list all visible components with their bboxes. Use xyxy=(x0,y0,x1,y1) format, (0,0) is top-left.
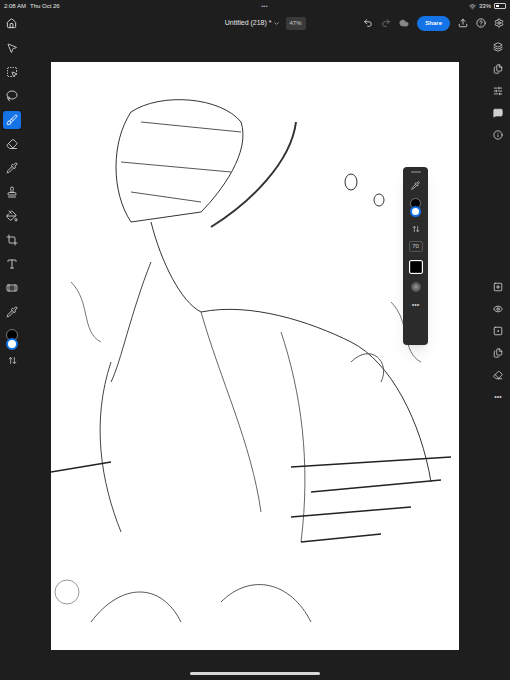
stamp-tool[interactable] xyxy=(3,183,21,201)
select-icon xyxy=(6,42,18,54)
zoom-level[interactable]: 47% xyxy=(286,17,306,30)
duplicate-layer-icon[interactable] xyxy=(493,348,503,358)
eyedropper-icon[interactable] xyxy=(411,181,420,190)
text-icon xyxy=(6,258,18,270)
sampler-tool[interactable] xyxy=(3,303,21,321)
share-button[interactable]: Share xyxy=(417,16,450,31)
wifi-icon xyxy=(469,3,476,10)
layers-icon[interactable] xyxy=(493,42,503,52)
battery-percent: 33% xyxy=(479,2,491,11)
time: 2:08 AM xyxy=(4,2,26,11)
info-icon[interactable] xyxy=(493,130,503,140)
top-bar: Untitled (218) * 47% Share xyxy=(0,12,510,34)
brush-tool[interactable] xyxy=(3,111,21,129)
undo-icon[interactable] xyxy=(363,18,373,28)
home-indicator xyxy=(190,672,320,675)
cloud-icon[interactable] xyxy=(399,18,409,28)
mask-icon[interactable] xyxy=(493,326,503,336)
photoshop-ipad: 2:08 AM Thu Oct 26 ••• 33% Untitled (218) * 4… xyxy=(0,0,510,680)
heal-icon xyxy=(6,282,18,294)
brush-size[interactable]: 70 xyxy=(409,241,423,252)
lasso-icon xyxy=(6,90,18,102)
text-tool[interactable] xyxy=(3,255,21,273)
brush-preview[interactable] xyxy=(409,260,423,274)
canvas-area xyxy=(24,34,486,680)
status-bar: 2:08 AM Thu Oct 26 ••• 33% xyxy=(0,0,510,12)
add-layer-icon[interactable] xyxy=(493,282,503,292)
visibility-icon[interactable] xyxy=(493,304,503,314)
dropper-icon xyxy=(6,162,18,174)
left-toolbar xyxy=(0,34,24,680)
crop-icon xyxy=(6,234,18,246)
comments-icon[interactable] xyxy=(493,108,503,118)
sketch-artwork xyxy=(51,62,459,650)
right-toolbar: ••• xyxy=(486,34,510,680)
brush-icon xyxy=(6,114,18,126)
home-icon[interactable] xyxy=(6,18,17,29)
more-layer-actions[interactable]: ••• xyxy=(494,392,501,403)
brush-panel-more[interactable]: ••• xyxy=(412,300,419,311)
brush-panel: 70 ••• xyxy=(403,167,428,345)
stamp-icon xyxy=(6,186,18,198)
fill-icon xyxy=(6,210,18,222)
settings-icon[interactable] xyxy=(494,18,504,28)
document-title[interactable]: Untitled (218) * xyxy=(225,18,280,29)
swap-colors-icon[interactable] xyxy=(8,356,17,365)
soft-brush-preview[interactable] xyxy=(411,282,421,292)
fill-tool[interactable] xyxy=(3,207,21,225)
workspace: ••• xyxy=(0,34,510,680)
sampler-icon xyxy=(6,306,18,318)
color-swatches[interactable] xyxy=(410,198,421,217)
crop-tool[interactable] xyxy=(3,231,21,249)
multitask-dots[interactable]: ••• xyxy=(261,2,267,11)
lasso-tool[interactable] xyxy=(3,87,21,105)
canvas[interactable] xyxy=(51,62,459,650)
chevron-down-icon xyxy=(273,20,280,27)
color-swatches[interactable] xyxy=(6,329,18,350)
layer-properties-icon[interactable] xyxy=(493,64,503,74)
date: Thu Oct 26 xyxy=(30,2,60,11)
dropper-tool[interactable] xyxy=(3,159,21,177)
background-color[interactable] xyxy=(6,338,18,350)
background-color[interactable] xyxy=(410,206,421,217)
eraser-icon xyxy=(6,138,18,150)
export-icon[interactable] xyxy=(458,18,468,28)
transform-tool[interactable] xyxy=(3,63,21,81)
swap-colors-icon[interactable] xyxy=(412,225,420,233)
select-tool[interactable] xyxy=(3,39,21,57)
transform-icon xyxy=(6,66,18,78)
heal-tool[interactable] xyxy=(3,279,21,297)
eraser-tool[interactable] xyxy=(3,135,21,153)
clear-layer-icon[interactable] xyxy=(493,370,503,380)
redo-icon[interactable] xyxy=(381,18,391,28)
adjustments-icon[interactable] xyxy=(493,86,503,96)
battery-icon xyxy=(494,3,506,9)
help-icon[interactable] xyxy=(476,18,486,28)
